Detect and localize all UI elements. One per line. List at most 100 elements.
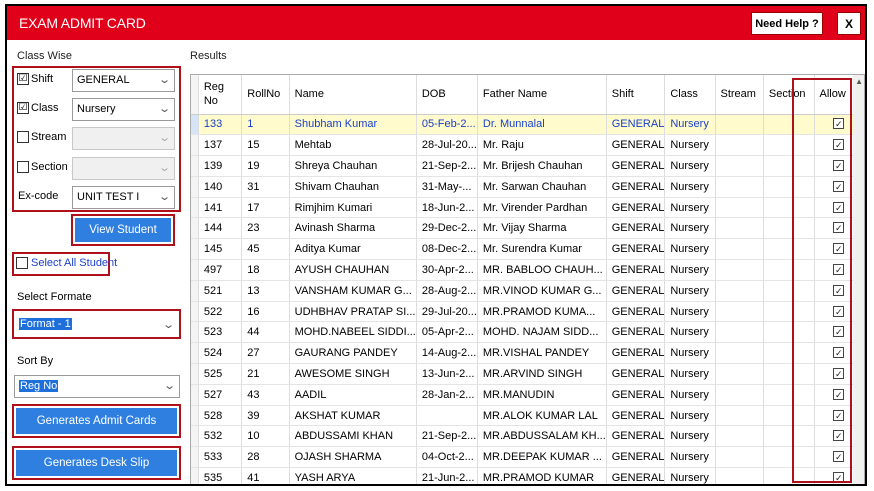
table-cell: 44 bbox=[241, 321, 290, 344]
column-header-rollno[interactable]: RollNo bbox=[241, 75, 290, 115]
table-row[interactable]: 532 10 ABDUSSAMI KHAN 21-Sep-2... MR.ABDUSSA… bbox=[191, 425, 864, 448]
table-row[interactable]: 521 13 VANSHAM KUMAR G... 28-Aug-2... MR.VIN… bbox=[191, 280, 864, 302]
table-cell: 525 bbox=[198, 363, 243, 385]
table-cell: 28 bbox=[241, 446, 290, 469]
table-cell: 41 bbox=[241, 467, 290, 484]
table-row[interactable]: 533 28 OJASH SHARMA 04-Oct-2... MR.DEEPAK KU… bbox=[191, 446, 864, 469]
section-label: Section bbox=[31, 161, 68, 173]
row-header[interactable] bbox=[191, 363, 199, 385]
need-help-button[interactable]: Need Help ? bbox=[751, 12, 823, 35]
table-cell bbox=[715, 176, 764, 198]
table-cell: 13 bbox=[241, 280, 290, 302]
sort-by-select[interactable]: Reg No ⌄ bbox=[14, 375, 180, 398]
table-cell bbox=[715, 405, 764, 427]
table-row[interactable]: 523 44 MOHD.NABEEL SIDDI... 05-Apr-2... MOHD… bbox=[191, 321, 864, 344]
class-select[interactable]: Nursery ⌄ bbox=[72, 98, 175, 121]
table-cell: Nursery bbox=[664, 134, 716, 157]
table-row[interactable]: 141 17 Rimjhim Kumari 18-Jun-2... Mr. Virend… bbox=[191, 197, 864, 219]
excode-select[interactable]: UNIT TEST I ⌄ bbox=[72, 186, 175, 209]
row-header[interactable] bbox=[191, 114, 199, 136]
stream-checkbox[interactable] bbox=[17, 131, 29, 143]
chevron-down-icon: ⌄ bbox=[157, 103, 171, 115]
view-student-button[interactable]: View Student bbox=[73, 216, 173, 244]
table-row[interactable]: 145 45 Aditya Kumar 08-Dec-2... Mr. Surendra… bbox=[191, 238, 864, 261]
select-all-label: Select All Student bbox=[31, 257, 118, 269]
table-cell: Nursery bbox=[664, 259, 716, 281]
table-row[interactable]: 528 39 AKSHAT KUMAR MR.ALOK KUMAR LAL GENERA… bbox=[191, 405, 864, 427]
table-cell: 528 bbox=[198, 405, 243, 427]
generate-admit-cards-button[interactable]: Generates Admit Cards bbox=[14, 406, 179, 436]
stream-select[interactable]: ⌄ bbox=[72, 127, 175, 150]
table-cell: 140 bbox=[198, 176, 243, 198]
table-cell: 522 bbox=[198, 301, 243, 323]
row-header[interactable] bbox=[191, 134, 199, 157]
generate-desk-slip-button[interactable]: Generates Desk Slip bbox=[14, 448, 179, 478]
close-button[interactable]: X bbox=[837, 12, 861, 35]
row-header[interactable] bbox=[191, 467, 199, 484]
table-row[interactable]: 133 1 Shubham Kumar 05-Feb-2... Dr. Munnalal… bbox=[191, 114, 864, 136]
vertical-scrollbar[interactable]: ▲ bbox=[853, 75, 864, 484]
table-cell: 30-Apr-2... bbox=[416, 259, 478, 281]
shift-select[interactable]: GENERAL ⌄ bbox=[72, 69, 175, 92]
section-checkbox[interactable] bbox=[17, 161, 29, 173]
table-cell: 21 bbox=[241, 363, 290, 385]
table-row[interactable]: 497 18 AYUSH CHAUHAN 30-Apr-2... MR. BABLOO … bbox=[191, 259, 864, 281]
row-header[interactable] bbox=[191, 342, 199, 365]
row-header[interactable] bbox=[191, 384, 199, 406]
format-select[interactable]: Format - 1 ⌄ bbox=[14, 311, 179, 337]
column-header-stream[interactable]: Stream bbox=[715, 75, 764, 115]
row-header[interactable] bbox=[191, 405, 199, 427]
column-header-class[interactable]: Class bbox=[664, 75, 716, 115]
table-cell: MOHD.NABEEL SIDDI... bbox=[289, 321, 417, 344]
row-header[interactable] bbox=[191, 446, 199, 469]
row-header[interactable] bbox=[191, 197, 199, 219]
table-cell: 523 bbox=[198, 321, 243, 344]
table-cell: GENERAL bbox=[606, 363, 666, 385]
table-row[interactable]: 522 16 UDHBHAV PRATAP SI... 29-Jul-20... MR.… bbox=[191, 301, 864, 323]
table-row[interactable]: 137 15 Mehtab 28-Jul-20... Mr. Raju GENERAL Nu… bbox=[191, 134, 864, 157]
table-cell: AKSHAT KUMAR bbox=[289, 405, 417, 427]
row-header[interactable] bbox=[191, 259, 199, 281]
table-row[interactable]: 524 27 GAURANG PANDEY 14-Aug-2... MR.VISHAL … bbox=[191, 342, 864, 365]
row-header[interactable] bbox=[191, 238, 199, 261]
table-row[interactable]: 144 23 Avinash Sharma 29-Dec-2... Mr. Vijay … bbox=[191, 217, 864, 240]
results-grid[interactable]: Reg No RollNo Name DOB Father Name Shift Class… bbox=[190, 74, 865, 484]
section-select[interactable]: ⌄ bbox=[72, 157, 175, 180]
table-cell bbox=[715, 155, 764, 177]
table-row[interactable]: 527 43 AADIL 28-Jan-2... MR.MANUDIN GENERAL Nu… bbox=[191, 384, 864, 406]
table-cell: MR.PRAMOD KUMA... bbox=[477, 301, 607, 323]
table-cell: 14-Aug-2... bbox=[416, 342, 478, 365]
select-all-checkbox[interactable] bbox=[16, 257, 28, 269]
table-row[interactable]: 139 19 Shreya Chauhan 21-Sep-2... Mr. Brijes… bbox=[191, 155, 864, 177]
column-header-father-name[interactable]: Father Name bbox=[477, 75, 607, 115]
column-header-name[interactable]: Name bbox=[289, 75, 417, 115]
table-cell: Shreya Chauhan bbox=[289, 155, 417, 177]
row-header[interactable] bbox=[191, 280, 199, 302]
row-header[interactable] bbox=[191, 176, 199, 198]
row-header[interactable] bbox=[191, 321, 199, 344]
table-row[interactable]: 140 31 Shivam Chauhan 31-May-... Mr. Sarwan … bbox=[191, 176, 864, 198]
row-header[interactable] bbox=[191, 155, 199, 177]
column-header-dob[interactable]: DOB bbox=[416, 75, 478, 115]
table-cell: Aditya Kumar bbox=[289, 238, 417, 261]
table-cell: 532 bbox=[198, 425, 243, 448]
row-header[interactable] bbox=[191, 217, 199, 240]
row-header[interactable] bbox=[191, 425, 199, 448]
class-checkbox[interactable]: ☑ bbox=[17, 102, 29, 114]
table-cell: Nursery bbox=[664, 467, 716, 484]
table-row[interactable]: 535 41 YASH ARYA 21-Jun-2... MR.PRAMOD KUMAR… bbox=[191, 467, 864, 484]
row-header[interactable] bbox=[191, 301, 199, 323]
table-cell: AYUSH CHAUHAN bbox=[289, 259, 417, 281]
table-cell: 13-Jun-2... bbox=[416, 363, 478, 385]
table-cell: 29-Jul-20... bbox=[416, 301, 478, 323]
shift-checkbox[interactable]: ☑ bbox=[17, 73, 29, 85]
table-cell: GENERAL bbox=[606, 425, 666, 448]
excode-label: Ex-code bbox=[18, 190, 59, 202]
table-cell: MOHD. NAJAM SIDD... bbox=[477, 321, 607, 344]
table-cell: 28-Jan-2... bbox=[416, 384, 478, 406]
scroll-up-arrow-icon[interactable]: ▲ bbox=[855, 77, 863, 86]
column-header-shift[interactable]: Shift bbox=[606, 75, 666, 115]
column-header-reg-no[interactable]: Reg No bbox=[198, 75, 243, 115]
table-row[interactable]: 525 21 AWESOME SINGH 13-Jun-2... MR.ARVIND S… bbox=[191, 363, 864, 385]
table-cell: 29-Dec-2... bbox=[416, 217, 478, 240]
